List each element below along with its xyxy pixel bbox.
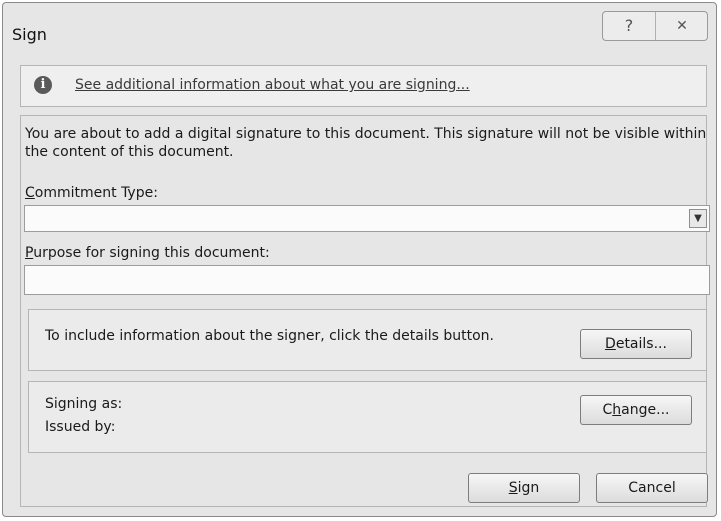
purpose-access-key: P: [25, 245, 34, 261]
signing-as-label: Signing as:: [45, 396, 123, 412]
change-label-post: ange...: [621, 402, 670, 418]
commitment-type-combo[interactable]: ▼: [24, 205, 710, 232]
dialog-title: Sign: [12, 25, 47, 44]
issued-by-label: Issued by:: [45, 419, 116, 435]
details-button[interactable]: Details...: [580, 329, 692, 359]
dropdown-arrow-icon[interactable]: ▼: [689, 209, 707, 228]
close-icon: ✕: [676, 18, 688, 34]
details-button-label: etails...: [615, 336, 667, 352]
purpose-input[interactable]: [24, 265, 710, 295]
sign-button-label: ign: [517, 480, 540, 496]
commitment-access-key: C: [25, 185, 35, 201]
details-group: To include information about the signer,…: [28, 309, 707, 371]
sign-button[interactable]: Sign: [468, 473, 580, 503]
change-button[interactable]: Change...: [580, 395, 692, 425]
signer-group: Signing as: Issued by: Change...: [28, 381, 707, 453]
cancel-button[interactable]: Cancel: [596, 473, 708, 503]
description-text: You are about to add a digital signature…: [25, 126, 707, 160]
sign-dialog: Sign ? ✕ i See additional information ab…: [2, 2, 717, 517]
help-button[interactable]: ?: [603, 12, 656, 40]
sign-access-key: S: [508, 480, 518, 496]
purpose-label: Purpose for signing this document:: [25, 245, 270, 261]
commitment-label-text: ommitment Type:: [34, 185, 158, 201]
info-bar: i See additional information about what …: [20, 65, 707, 107]
close-button[interactable]: ✕: [656, 12, 708, 40]
help-icon: ?: [624, 16, 634, 35]
change-access-key: h: [612, 402, 622, 418]
title-buttons: ? ✕: [602, 11, 708, 41]
change-label-pre: C: [602, 402, 613, 418]
additional-info-link[interactable]: See additional information about what yo…: [75, 77, 470, 93]
details-hint: To include information about the signer,…: [45, 328, 494, 344]
details-access-key: D: [605, 336, 616, 352]
info-icon: i: [34, 76, 52, 94]
purpose-label-text: urpose for signing this document:: [33, 245, 270, 261]
commitment-type-label: Commitment Type:: [25, 185, 158, 201]
title-bar: Sign ? ✕: [3, 3, 716, 51]
